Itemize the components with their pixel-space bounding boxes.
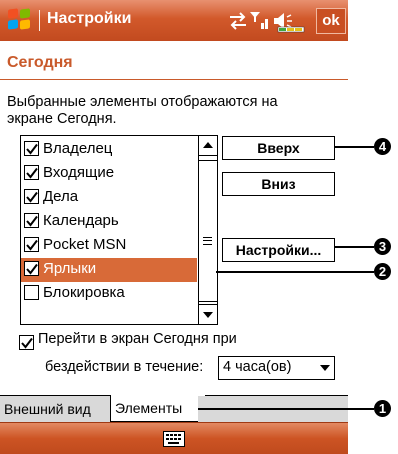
battery-icon[interactable] [277, 26, 305, 33]
status-icons [228, 9, 308, 33]
title-bar: Настройки ok [0, 0, 348, 41]
item-checkbox[interactable] [24, 165, 39, 180]
speaker-icon[interactable] [274, 13, 292, 29]
keyboard-icon[interactable] [163, 431, 185, 447]
list-item-shortcuts[interactable]: Ярлыки [21, 258, 197, 282]
list-scrollbar[interactable] [198, 136, 217, 324]
callout-line-3 [334, 246, 374, 248]
item-label: Pocket MSN [43, 236, 127, 253]
list-item-pocket-msn[interactable]: Pocket MSN [21, 234, 197, 258]
list-item-lock[interactable]: Блокировка [21, 282, 197, 306]
move-up-button[interactable]: Вверх [222, 136, 335, 160]
callout-3: 3 [374, 238, 391, 255]
item-checkbox[interactable] [24, 285, 39, 300]
callout-line-1 [198, 408, 374, 410]
inactive-timeout-label: бездействии в течение: [45, 359, 204, 375]
item-label: Ярлыки [43, 260, 97, 277]
item-checkbox[interactable] [24, 213, 39, 228]
move-down-button[interactable]: Вниз [222, 172, 335, 196]
item-label: Дела [43, 188, 79, 205]
list-item-owner[interactable]: Владелец [21, 138, 197, 162]
item-settings-button[interactable]: Настройки... [222, 238, 335, 262]
scroll-thumb[interactable] [199, 160, 217, 302]
callout-line-4 [334, 146, 374, 148]
callout-4: 4 [374, 138, 391, 155]
item-checkbox[interactable] [24, 261, 39, 276]
arrow-down-icon [203, 312, 213, 318]
grip-icon [203, 237, 212, 245]
scroll-down-button[interactable] [199, 304, 217, 324]
chevron-down-icon [320, 365, 330, 371]
connectivity-icon[interactable] [230, 12, 246, 30]
page-title: Сегодня [7, 54, 73, 71]
timeout-select[interactable]: 4 часа(ов) [218, 356, 335, 380]
scroll-up-button[interactable] [199, 136, 217, 156]
list-item-tasks[interactable]: Дела [21, 186, 197, 210]
tab-appearance[interactable]: Внешний вид [0, 396, 117, 422]
goto-today-row[interactable]: Перейти в экран Сегодня при [16, 331, 237, 350]
item-label: Блокировка [43, 284, 125, 301]
items-list[interactable]: Владелец Входящие Дела Календарь Pocket … [20, 135, 218, 325]
page-description: Выбранные элементы отображаются на экран… [7, 94, 278, 127]
item-checkbox[interactable] [24, 189, 39, 204]
arrow-up-icon [203, 142, 213, 148]
signal-icon[interactable] [250, 12, 268, 29]
goto-today-checkbox[interactable] [19, 334, 34, 350]
list-item-inbox[interactable]: Входящие [21, 162, 197, 186]
ok-button[interactable]: ok [316, 8, 346, 34]
goto-today-label: Перейти в экран Сегодня при [38, 331, 237, 347]
screen: Настройки ok Сегодня Выбранные элементы … [0, 0, 348, 454]
callout-2: 2 [374, 263, 391, 280]
callout-1: 1 [374, 400, 391, 417]
windows-start-icon[interactable] [8, 8, 32, 31]
item-label: Владелец [43, 140, 113, 157]
bottom-bar [0, 422, 348, 454]
tab-items[interactable]: Элементы [110, 395, 206, 422]
item-checkbox[interactable] [24, 237, 39, 252]
item-label: Входящие [43, 164, 115, 181]
item-checkbox[interactable] [24, 141, 39, 156]
header-divider [0, 79, 348, 80]
title-separator [39, 10, 40, 31]
list-item-calendar[interactable]: Календарь [21, 210, 197, 234]
timeout-value: 4 часа(ов) [223, 359, 292, 375]
callout-line-2 [216, 271, 374, 273]
item-label: Календарь [43, 212, 119, 229]
app-title: Настройки [47, 10, 132, 27]
